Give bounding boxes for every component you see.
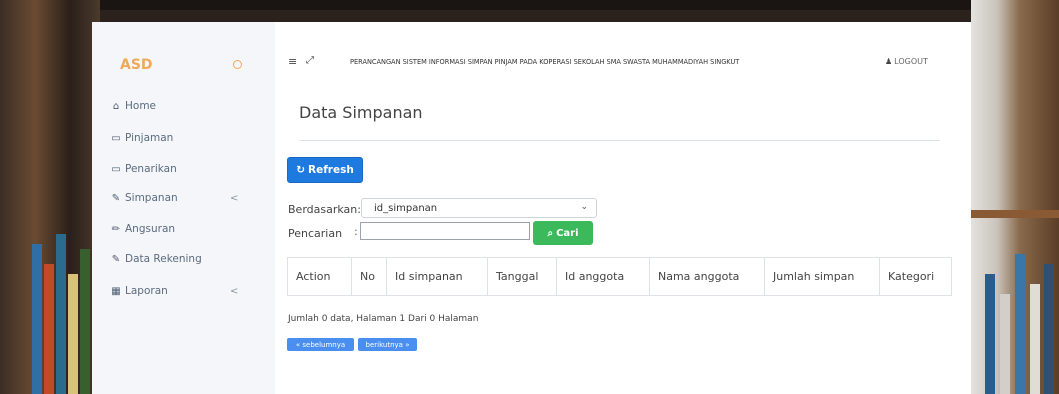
sidebar-item-simpanan[interactable]: ✎ Simpanan <: [110, 192, 250, 204]
refresh-icon: ↻: [296, 164, 305, 176]
sidebar-item-pinjaman[interactable]: ▭ Pinjaman: [110, 132, 173, 144]
column-header[interactable]: Kategori: [879, 257, 952, 296]
column-header[interactable]: Id anggota: [556, 257, 650, 296]
column-header[interactable]: Action: [287, 257, 352, 296]
app-title: PERANCANGAN SISTEM INFORMASI SIMPAN PINJ…: [350, 58, 740, 66]
search-label: Pencarian: [288, 227, 343, 240]
prev-page-button[interactable]: « sebelumnya: [287, 338, 354, 351]
data-table: Action No Id simpanan Tanggal Id anggota…: [287, 257, 952, 296]
column-header[interactable]: Id simpanan: [386, 257, 488, 296]
sidebar-item-data-rekening[interactable]: ✎ Data Rekening: [110, 253, 202, 265]
page-title: Data Simpanan: [299, 103, 423, 122]
sidebar-item-label: Data Rekening: [125, 253, 202, 265]
sidebar-item-penarikan[interactable]: ▭ Penarikan: [110, 163, 177, 175]
sidebar-item-laporan[interactable]: ▦ Laporan <: [110, 285, 250, 297]
refresh-button[interactable]: ↻ Refresh: [287, 157, 363, 183]
filter-label: Berdasarkan:: [288, 203, 361, 216]
divider: [299, 140, 940, 141]
sidebar-item-label: Laporan: [125, 285, 168, 297]
fullscreen-icon[interactable]: ⤢: [306, 55, 314, 66]
edit-icon: ✎: [111, 253, 121, 265]
chevron-left-icon: <: [230, 192, 239, 204]
sidebar-item-label: Pinjaman: [125, 132, 174, 144]
menu-icon[interactable]: ≡: [288, 55, 297, 68]
sidebar-item-label: Simpanan: [125, 192, 178, 204]
search-input[interactable]: [360, 222, 530, 240]
brand-logo[interactable]: ASD: [120, 57, 153, 73]
next-page-button[interactable]: berikutnya »: [358, 338, 417, 351]
search-button-label: Cari: [556, 227, 579, 239]
search-separator: :: [354, 225, 358, 238]
sidebar-item-label: Penarikan: [125, 163, 177, 175]
column-header[interactable]: Nama anggota: [649, 257, 765, 296]
app-window: ASD ⌂ Home ▭ Pinjaman ▭ Penarikan ✎ Simp…: [92, 22, 971, 394]
pagination-summary: Jumlah 0 data, Halaman 1 Dari 0 Halaman: [288, 314, 479, 324]
chevron-left-icon: <: [230, 285, 239, 297]
table-header-row: Action No Id simpanan Tanggal Id anggota…: [287, 257, 952, 296]
credit-card-icon: ▭: [111, 163, 121, 175]
chevron-down-icon: ⌄: [580, 202, 588, 212]
calendar-icon: ▦: [111, 285, 121, 297]
search-button[interactable]: ⌕ Cari: [533, 221, 593, 245]
sidebar-item-home[interactable]: ⌂ Home: [110, 100, 156, 112]
sidebar-toggle-icon[interactable]: [233, 60, 242, 69]
home-icon: ⌂: [112, 100, 120, 112]
user-icon: ♟: [885, 57, 893, 66]
sidebar-item-label: Home: [125, 100, 157, 112]
pencil-icon: ✏: [111, 223, 121, 235]
column-header[interactable]: Jumlah simpan: [764, 257, 880, 296]
column-header[interactable]: Tanggal: [487, 257, 557, 296]
logout-button[interactable]: ♟ LOGOUT: [885, 57, 928, 66]
logout-label: LOGOUT: [894, 57, 928, 66]
edit-icon: ✎: [111, 192, 121, 204]
credit-card-icon: ▭: [111, 132, 121, 144]
sidebar-item-label: Angsuran: [125, 223, 176, 235]
refresh-label: Refresh: [308, 164, 354, 176]
sidebar: ASD ⌂ Home ▭ Pinjaman ▭ Penarikan ✎ Simp…: [92, 22, 275, 394]
filter-select[interactable]: id_simpanan ⌄: [361, 198, 597, 218]
filter-select-value: id_simpanan: [374, 202, 438, 214]
search-icon: ⌕: [547, 227, 554, 239]
column-header[interactable]: No: [351, 257, 387, 296]
sidebar-item-angsuran[interactable]: ✏ Angsuran: [110, 223, 175, 235]
